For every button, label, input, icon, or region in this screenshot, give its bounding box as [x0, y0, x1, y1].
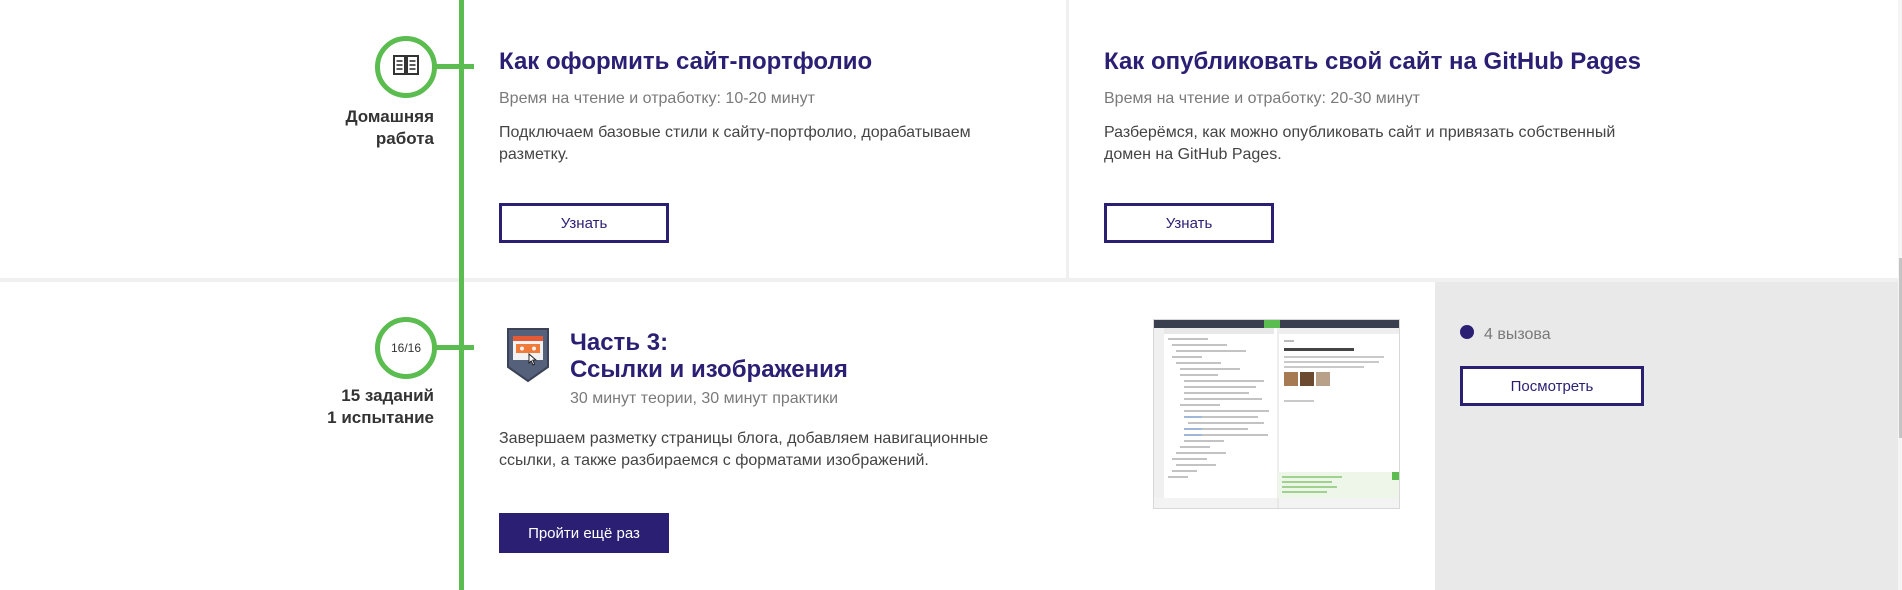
lesson-description: Завершаем разметку страницы блога, добав…: [499, 430, 989, 469]
learn-github-pages-button[interactable]: Узнать: [1104, 203, 1274, 243]
homework-circle: [375, 36, 437, 98]
homework-card-portfolio: Как оформить сайт-портфолио Время на чте…: [499, 48, 999, 166]
book-icon: [393, 54, 419, 81]
learn-portfolio-button[interactable]: Узнать: [499, 203, 669, 243]
challenges-dot: [1460, 325, 1474, 339]
card-description: Подключаем базовые стили к сайту-портфол…: [499, 124, 971, 163]
browser-badge-icon: [506, 327, 550, 388]
card-meta: Время на чтение и отработку: 10-20 минут: [499, 90, 815, 107]
card-title: Как опубликовать свой сайт на GitHub Pag…: [1104, 48, 1641, 75]
progress-circle: 16/16: [375, 317, 437, 379]
timeline-line: [459, 0, 464, 590]
card-description: Разберёмся, как можно опубликовать сайт …: [1104, 124, 1616, 163]
homework-card-github-pages: Как опубликовать свой сайт на GitHub Pag…: [1104, 48, 1641, 166]
progress-text: 16/16: [390, 341, 422, 355]
view-challenges-button[interactable]: Посмотреть: [1460, 366, 1644, 406]
challenges-count: 4 вызова: [1484, 326, 1551, 343]
lesson-meta: 30 минут теории, 30 минут практики: [570, 390, 839, 407]
lesson-stats-label: 15 заданий 1 испытание: [327, 386, 434, 427]
card-title: Как оформить сайт-портфолио: [499, 48, 873, 75]
card-meta: Время на чтение и отработку: 20-30 минут: [1104, 90, 1420, 107]
lesson-title: Часть 3: Ссылки и изображения: [570, 329, 848, 383]
homework-label: Домашняя работа: [345, 107, 434, 148]
retake-lesson-button[interactable]: Пройти ещё раз: [499, 513, 669, 553]
code-editor-preview-icon[interactable]: [1153, 319, 1400, 509]
